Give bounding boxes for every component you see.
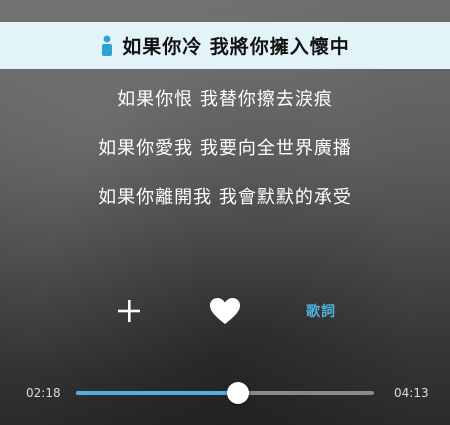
current-lyric-line: 如果你冷 我將你擁入懷中 xyxy=(0,22,450,69)
lyric-line: 如果你恨 我替你擦去淚痕 xyxy=(117,89,333,110)
player-controls: 歌詞 xyxy=(0,292,450,330)
heart-icon xyxy=(210,298,240,324)
add-to-playlist-button[interactable] xyxy=(112,292,146,330)
lyric-line: 如果你愛我 我要向全世界廣播 xyxy=(98,138,352,159)
current-lyric-text: 如果你冷 我將你擁入懷中 xyxy=(122,36,350,58)
total-time: 04:13 xyxy=(394,386,429,400)
person-icon xyxy=(102,35,113,56)
progress-track[interactable] xyxy=(76,391,374,395)
progress-fill xyxy=(76,391,239,395)
favorite-button[interactable] xyxy=(207,292,243,330)
plus-icon xyxy=(118,300,140,322)
current-time: 02:18 xyxy=(26,386,61,400)
lyrics-button[interactable]: 歌詞 xyxy=(298,292,344,330)
lyric-line: 如果你離開我 我會默默的承受 xyxy=(98,187,352,208)
